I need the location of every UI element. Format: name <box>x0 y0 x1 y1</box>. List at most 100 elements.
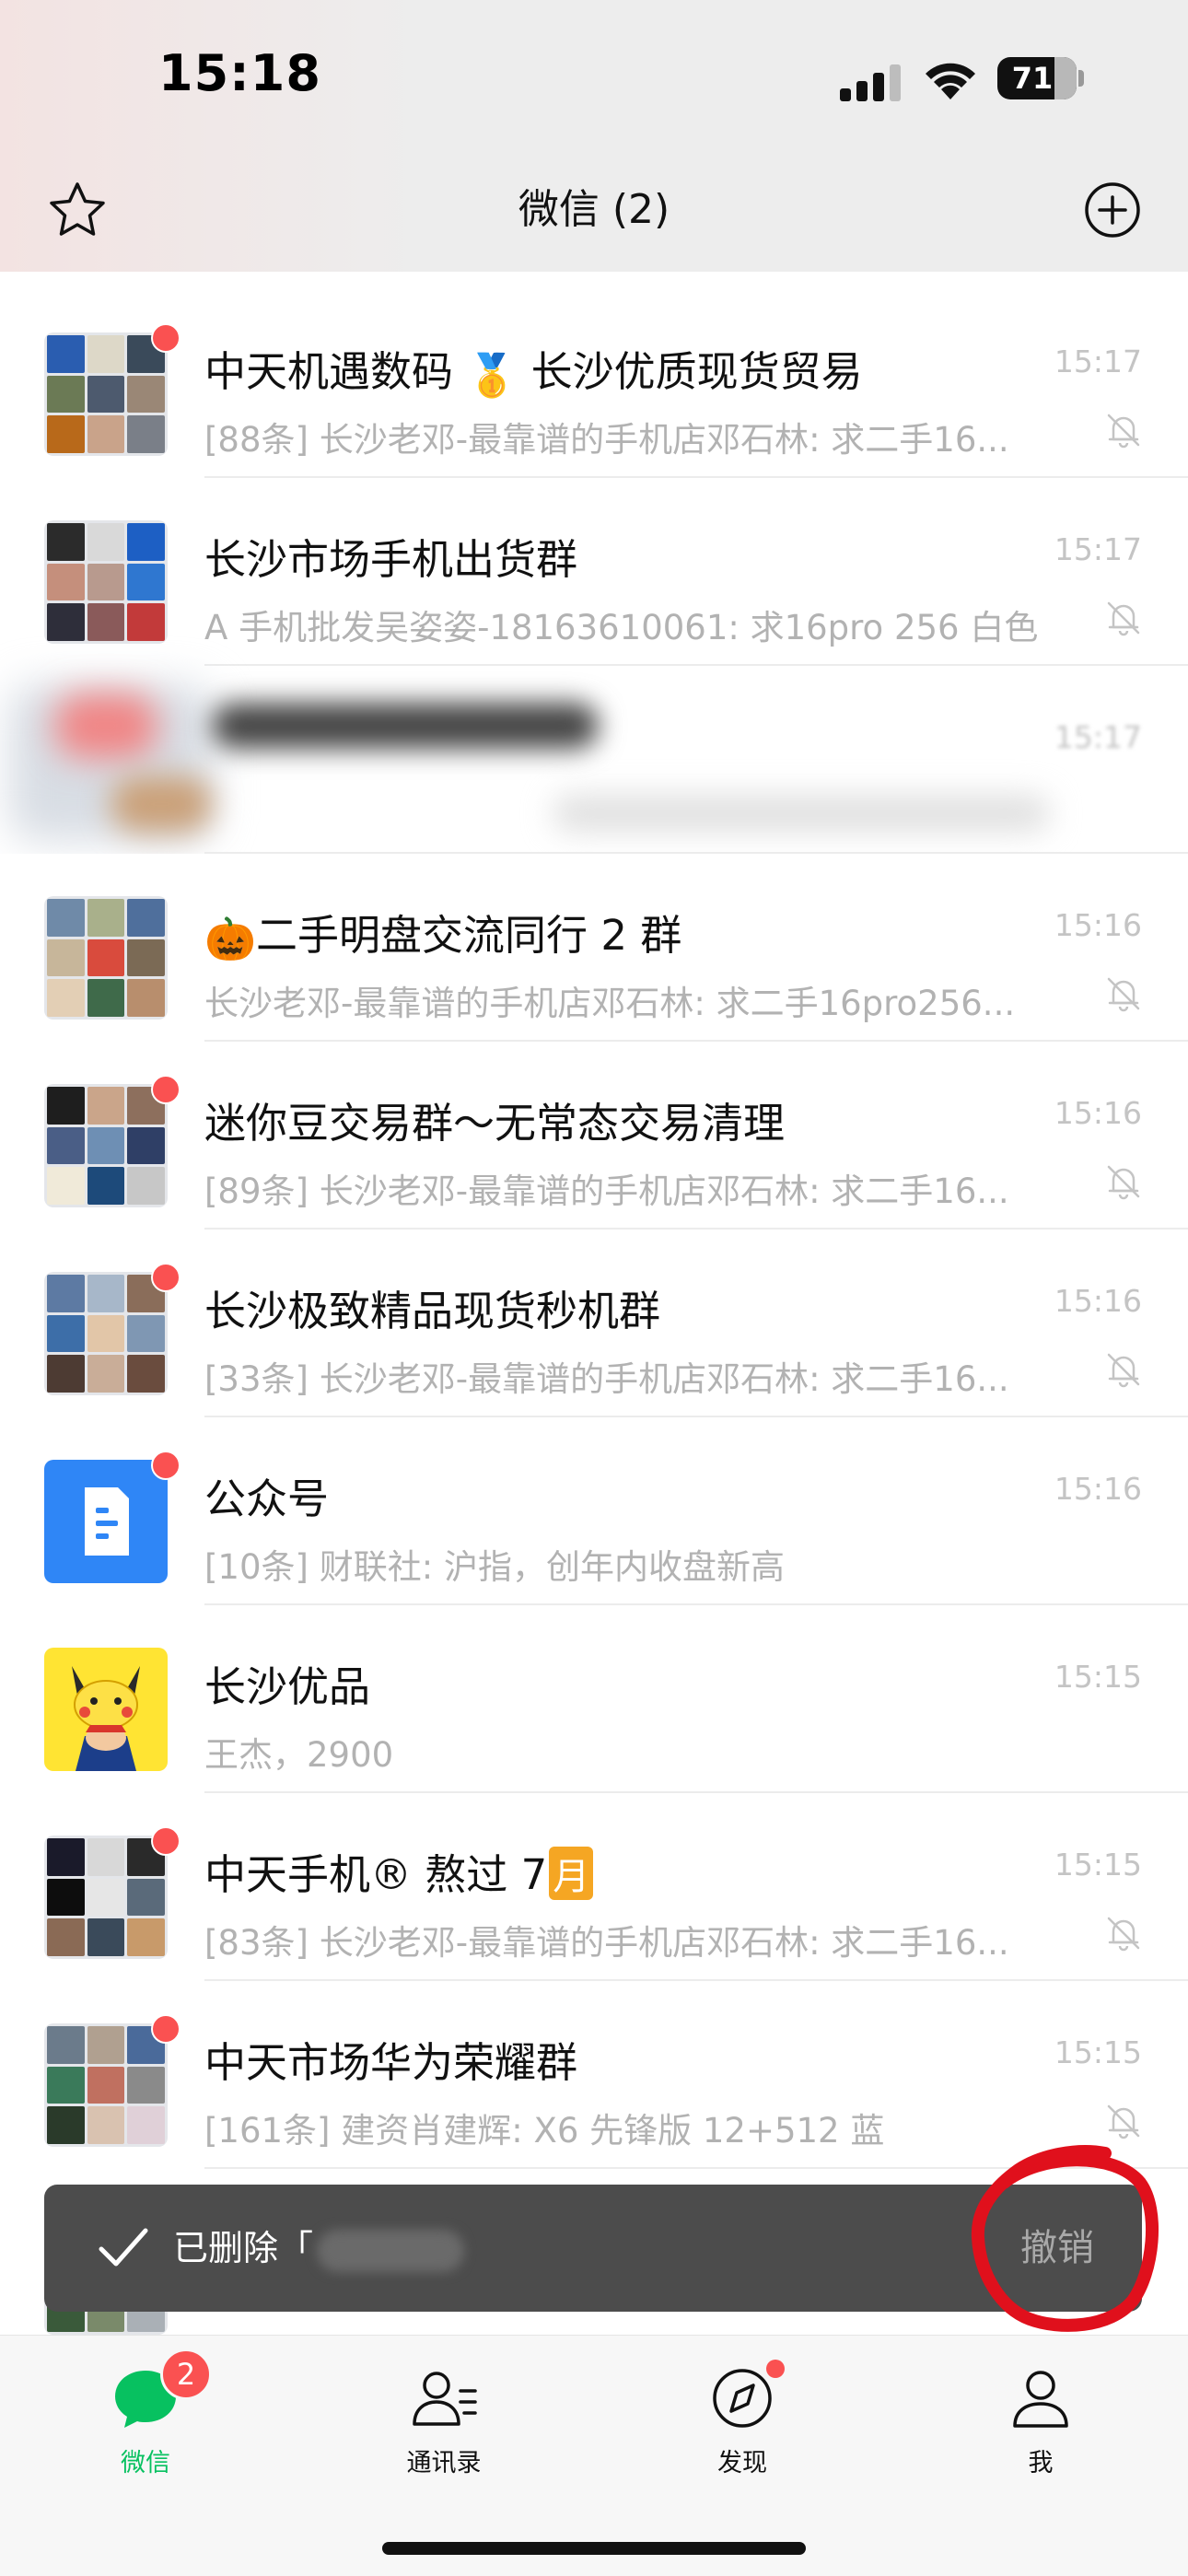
tab-discover[interactable]: 发现 <box>650 2360 834 2511</box>
contacts-icon <box>413 2372 477 2426</box>
checkmark-icon <box>99 2228 148 2267</box>
chat-list[interactable]: 中天机遇数码 🥇 长沙优质现货贸易 [88条] 长沙老邓-最靠谱的手机店邓石林:… <box>0 272 1188 2335</box>
chat-row[interactable]: 中天市场华为荣耀群 [161条] 建资肖建辉: X6 先锋版 12+512 蓝 … <box>0 1981 1188 2169</box>
deleted-toast: 已删除「 撤销 <box>44 2185 1142 2312</box>
nav-bar: 微信 (2) <box>0 157 1188 272</box>
mute-bell-icon <box>1107 1353 1140 1388</box>
chat-row[interactable]: 中天机遇数码 🥇 长沙优质现货贸易 [88条] 长沙老邓-最靠谱的手机店邓石林:… <box>0 290 1188 478</box>
chat-preview: [33条] 长沙老邓-最靠谱的手机店邓石林: 求二手16... <box>204 1359 1009 1399</box>
battery-icon: 71 <box>997 57 1077 99</box>
chat-time: 15:16 <box>1054 1095 1142 1131</box>
status-bar: 15:18 71 <box>0 0 1188 157</box>
chat-row-redacted[interactable]: 15:17 <box>0 666 1188 854</box>
pumpkin-emoji: 🎃 <box>204 914 257 963</box>
chat-title: 中天市场华为荣耀群 <box>204 2038 578 2087</box>
mute-bell-icon <box>1107 1165 1140 1200</box>
wifi-icon <box>926 63 975 99</box>
battery-level: 71 <box>1011 61 1054 96</box>
unread-dot <box>151 1451 181 1480</box>
new-content-dot <box>766 2360 785 2378</box>
tab-label: 我 <box>1028 2449 1054 2477</box>
chat-title: 长沙优品 <box>204 1662 371 1711</box>
group-avatar <box>44 1826 181 1959</box>
mute-bell-icon <box>1107 601 1140 636</box>
chat-time: 15:16 <box>1054 907 1142 943</box>
mute-bell-icon <box>1107 2104 1140 2139</box>
group-avatar <box>44 2014 181 2147</box>
chat-time: 15:17 <box>1054 719 1142 755</box>
chat-time: 15:17 <box>1054 531 1142 567</box>
chat-preview: A 手机批发吴姿姿-18163610061: 求16pro 256 白色 <box>204 608 1039 647</box>
chat-title: 中天机遇数码 🥇 长沙优质现货贸易 <box>204 347 863 400</box>
chat-preview: 长沙老邓-最靠谱的手机店邓石林: 求二手16pro256... <box>204 984 1016 1023</box>
chat-time: 15:15 <box>1054 1659 1142 1695</box>
chat-title: 长沙市场手机出货群 <box>204 535 578 584</box>
mute-bell-icon <box>1107 1917 1140 1952</box>
person-icon <box>1013 2371 1068 2428</box>
chat-row[interactable]: 长沙极致精品现货秒机群 [33条] 长沙老邓-最靠谱的手机店邓石林: 求二手16… <box>0 1230 1188 1417</box>
chat-preview: 王杰，2900 <box>204 1735 394 1775</box>
chat-preview: [161条] 建资肖建辉: X6 先锋版 12+512 蓝 <box>204 2111 885 2151</box>
chat-row[interactable]: 中天手机® 熬过 7月 [83条] 长沙老邓-最靠谱的手机店邓石林: 求二手16… <box>0 1793 1188 1981</box>
redacted-title <box>212 703 599 749</box>
chat-time: 15:17 <box>1054 344 1142 379</box>
page-title: 微信 (2) <box>518 186 670 233</box>
redacted-preview <box>553 795 1050 832</box>
unread-dot <box>151 323 181 353</box>
chat-title: 迷你豆交易群～无常态交易清理 <box>204 1099 786 1148</box>
unread-dot <box>151 2014 181 2044</box>
chat-row[interactable]: 迷你豆交易群～无常态交易清理 [89条] 长沙老邓-最靠谱的手机店邓石林: 求二… <box>0 1042 1188 1230</box>
chat-time: 15:15 <box>1054 2034 1142 2070</box>
undo-button[interactable]: 撤销 <box>1020 2185 1094 2312</box>
tab-label: 通讯录 <box>406 2449 482 2477</box>
tab-chats[interactable]: 微信 2 <box>53 2349 238 2511</box>
status-time: 15:18 <box>158 44 321 102</box>
home-indicator[interactable] <box>382 2542 806 2555</box>
unread-dot <box>151 1263 181 1292</box>
redacted-name <box>317 2229 465 2272</box>
group-avatar <box>44 1263 181 1395</box>
tab-bar: 微信 2 通讯录 发现 我 <box>0 2335 1188 2576</box>
group-avatar <box>44 323 181 456</box>
chat-preview: [10条] 财联社: 沪指，创年内收盘新高 <box>204 1547 785 1587</box>
tab-label: 微信 <box>121 2449 170 2477</box>
official-account-icon <box>44 1460 168 1583</box>
chat-title: 长沙极致精品现货秒机群 <box>204 1287 661 1335</box>
chat-title: 中天手机® 熬过 7月 <box>204 1841 1033 1901</box>
chat-row[interactable]: 🎃二手明盘交流同行 2 群 长沙老邓-最靠谱的手机店邓石林: 求二手16pro2… <box>0 854 1188 1042</box>
mute-bell-icon <box>1107 414 1140 449</box>
unread-dot <box>151 1826 181 1856</box>
group-avatar <box>44 1075 181 1207</box>
medal-emoji: 🥇 <box>466 350 518 400</box>
chat-time: 15:15 <box>1054 1847 1142 1882</box>
chat-preview: [83条] 长沙老邓-最靠谱的手机店邓石林: 求二手16... <box>204 1923 1009 1963</box>
chat-time: 15:16 <box>1054 1471 1142 1507</box>
redacted-avatar-detail <box>111 776 212 832</box>
contact-avatar <box>44 1648 168 1771</box>
chat-row[interactable]: 公众号 [10条] 财联社: 沪指，创年内收盘新高 15:16 <box>0 1417 1188 1605</box>
unread-count-badge: 2 <box>160 2349 212 2400</box>
group-avatar <box>44 896 168 1020</box>
chat-row[interactable]: 长沙优品 王杰，2900 15:15 <box>0 1605 1188 1793</box>
official-accounts-avatar <box>44 1451 181 1583</box>
tab-me[interactable]: 我 <box>949 2363 1133 2511</box>
chat-title: 公众号 <box>204 1474 330 1523</box>
toast-message: 已删除「 <box>173 2185 465 2312</box>
pikachu-avatar-icon <box>44 1648 168 1771</box>
tab-contacts[interactable]: 通讯录 <box>352 2363 536 2511</box>
add-circle-icon[interactable] <box>1081 179 1144 241</box>
chat-title: 🎃二手明盘交流同行 2 群 <box>204 911 682 963</box>
chat-time: 15:16 <box>1054 1283 1142 1319</box>
redacted-avatar-detail <box>55 694 157 758</box>
group-avatar <box>44 520 168 644</box>
cellular-signal-icon <box>840 64 901 101</box>
battery-cap <box>1078 70 1084 87</box>
battery-empty-portion <box>1054 57 1077 99</box>
month-emoji-badge: 月 <box>549 1847 594 1900</box>
chat-preview: [88条] 长沙老邓-最靠谱的手机店邓石林: 求二手16... <box>204 420 1009 460</box>
unread-dot <box>151 1075 181 1104</box>
mute-bell-icon <box>1107 977 1140 1012</box>
chat-preview: [89条] 长沙老邓-最靠谱的手机店邓石林: 求二手16... <box>204 1171 1009 1211</box>
chat-row[interactable]: 长沙市场手机出货群 A 手机批发吴姿姿-18163610061: 求16pro … <box>0 478 1188 666</box>
tab-label: 发现 <box>717 2449 767 2477</box>
